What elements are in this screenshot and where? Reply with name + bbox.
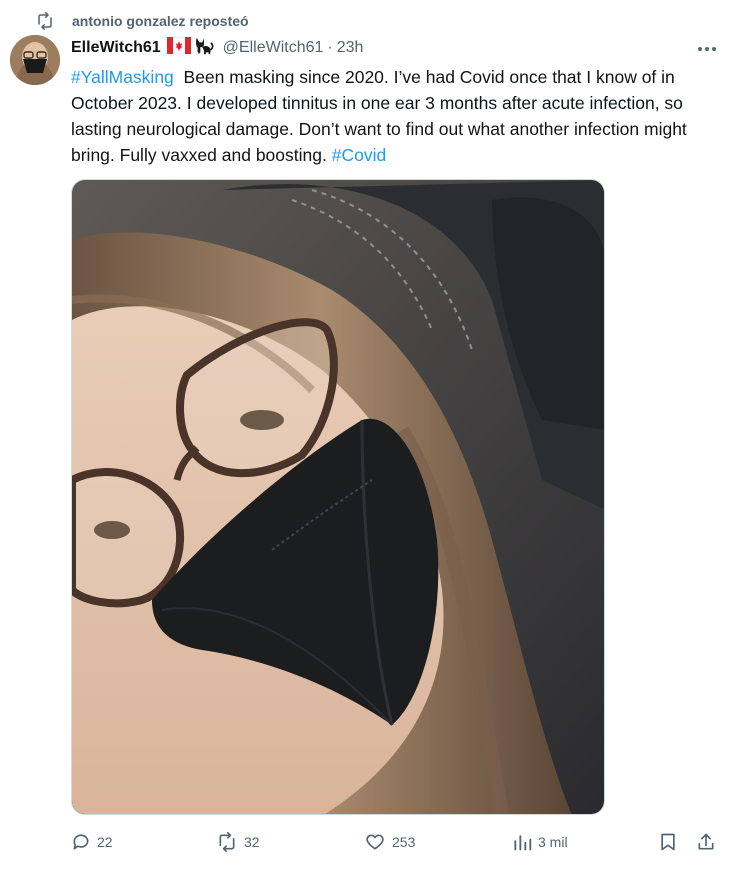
canada-flag-icon [166,36,192,59]
tweet-header: ElleWitch61 @ElleWitch61 · 23h [71,36,721,60]
author-handle[interactable]: @ElleWitch61 [223,39,324,57]
heart-icon [364,832,386,852]
reply-icon [71,832,91,852]
views-count: 3 mil [538,834,568,850]
repost-header: antonio gonzalez reposteó [36,10,249,32]
like-button[interactable]: 253 [364,832,415,852]
more-dots-icon [697,39,717,57]
author-emoji [166,35,215,62]
separator-dot: · [327,39,333,56]
tweet-text: #YallMasking Been masking since 2020. I’… [71,64,731,168]
reposted-by-label[interactable]: antonio gonzalez reposteó [72,13,249,29]
views-chart-icon [512,832,532,852]
repost-count: 32 [244,834,260,850]
like-count: 253 [392,834,416,850]
bookmark-button[interactable] [658,832,678,852]
bookmark-icon [658,832,678,852]
views-button[interactable]: 3 mil [512,832,568,852]
share-button[interactable] [696,832,716,852]
tweet-actions: 22 32 253 3 mil [0,832,742,860]
hashtag-link[interactable]: #Covid [332,145,386,165]
more-options-button[interactable] [694,38,720,58]
black-cat-icon [193,35,215,62]
author-name[interactable]: ElleWitch61 [71,39,161,57]
repost-button[interactable]: 32 [216,832,260,852]
reply-count: 22 [97,834,113,850]
share-icon [696,832,716,852]
tweet-photo[interactable] [71,179,605,815]
repost-icon [36,12,54,30]
timestamp[interactable]: 23h [337,39,364,57]
reply-button[interactable]: 22 [71,832,113,852]
hashtag-link[interactable]: #YallMasking [71,67,174,87]
repost-icon [216,832,238,852]
avatar[interactable] [10,35,60,85]
